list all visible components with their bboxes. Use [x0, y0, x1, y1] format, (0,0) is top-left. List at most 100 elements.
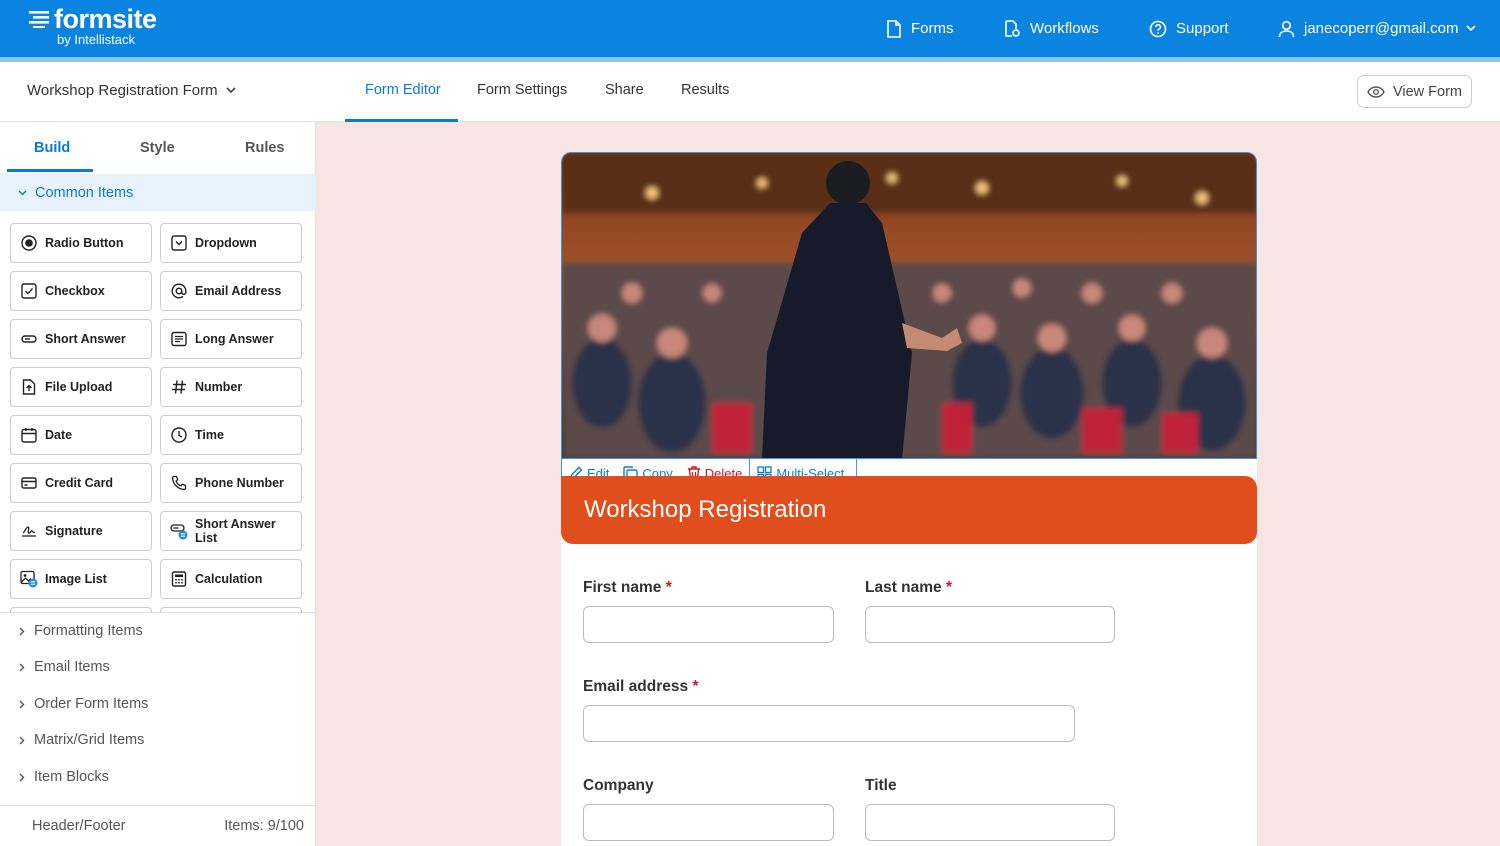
nav-workflows[interactable]: Workflows — [1004, 0, 1099, 57]
item-label: Date — [45, 428, 73, 442]
item-time[interactable]: Time — [160, 415, 302, 455]
first-name-label-text: First name — [583, 579, 662, 596]
section-matrix-grid-items[interactable]: Matrix/Grid Items — [0, 722, 316, 758]
chevron-right-icon — [19, 627, 25, 635]
item-label: Phone Number — [195, 476, 284, 490]
item-radio-button[interactable]: Radio Button — [10, 223, 152, 263]
item-label: Time — [195, 428, 224, 442]
user-email: janecoperr@gmail.com — [1304, 20, 1459, 37]
calendar-icon — [20, 426, 38, 444]
help-circle-icon — [1149, 20, 1167, 37]
active-tab-indicator — [7, 169, 93, 172]
email-label: Email address * — [583, 678, 698, 696]
item-label: Dropdown — [195, 236, 257, 250]
short-answer-icon — [20, 330, 38, 348]
items-count: Items: 9/100 — [224, 818, 304, 834]
tab-form-editor[interactable]: Form Editor — [365, 82, 441, 98]
chevron-right-icon — [19, 700, 25, 708]
tab-style[interactable]: Style — [140, 140, 175, 156]
item-calculation[interactable]: Calculation — [160, 559, 302, 599]
tab-build[interactable]: Build — [34, 140, 70, 156]
editor-header: Workshop Registration Form Form Editor F… — [0, 62, 1500, 122]
header-footer-link[interactable]: Header/Footer — [32, 818, 126, 834]
section-common-items[interactable]: Common Items — [0, 174, 316, 211]
item-label: Credit Card — [45, 476, 114, 490]
nav-forms[interactable]: Forms — [886, 0, 954, 57]
item-label: Image List — [45, 572, 107, 586]
view-form-button[interactable]: View Form — [1357, 75, 1472, 108]
item-label: Radio Button — [45, 236, 124, 250]
item-short-answer[interactable]: Short Answer — [10, 319, 152, 359]
item-short-answer-list[interactable]: Short Answer List — [160, 511, 302, 551]
header-image[interactable] — [561, 152, 1257, 459]
phone-icon — [170, 474, 188, 492]
last-name-label-text: Last name — [865, 579, 942, 596]
last-name-label: Last name * — [865, 579, 952, 597]
section-label: Item Blocks — [34, 769, 109, 785]
calculator-icon — [170, 570, 188, 588]
item-email-address[interactable]: Email Address — [160, 271, 302, 311]
section-label: Order Form Items — [34, 696, 149, 712]
common-items-grid: Radio Button Dropdown Checkbox Email Add… — [0, 211, 316, 612]
item-signature[interactable]: Signature — [10, 511, 152, 551]
section-formatting-items[interactable]: Formatting Items — [0, 613, 316, 649]
tab-results[interactable]: Results — [681, 82, 729, 98]
section-label: Matrix/Grid Items — [34, 732, 145, 748]
tab-share[interactable]: Share — [605, 82, 644, 98]
item-label: Calculation — [195, 572, 263, 586]
item-long-answer[interactable]: Long Answer — [160, 319, 302, 359]
form-name-dropdown[interactable]: Workshop Registration Form — [27, 82, 236, 99]
item-date[interactable]: Date — [10, 415, 152, 455]
chevron-down-icon — [226, 87, 236, 94]
nav-forms-label: Forms — [911, 20, 954, 37]
top-bar: formsite by Intellistack Forms Workflows… — [0, 0, 1500, 57]
item-label: Checkbox — [45, 284, 105, 298]
form-title-banner[interactable]: Workshop Registration — [561, 476, 1257, 544]
title-input[interactable] — [865, 804, 1115, 841]
user-menu[interactable]: janecoperr@gmail.com — [1278, 0, 1477, 57]
item-credit-card[interactable]: Credit Card — [10, 463, 152, 503]
view-form-label: View Form — [1392, 83, 1463, 100]
chevron-right-icon — [19, 663, 25, 671]
item-phone-number[interactable]: Phone Number — [160, 463, 302, 503]
logo-word: formsite — [54, 4, 157, 34]
hash-icon — [170, 378, 188, 396]
user-icon — [1278, 20, 1295, 37]
sidebar-tabs: Build Style Rules — [0, 122, 316, 174]
file-upload-icon — [20, 378, 38, 396]
required-mark: * — [945, 579, 953, 596]
item-checkbox[interactable]: Checkbox — [10, 271, 152, 311]
item-label: Number — [195, 380, 243, 394]
section-common-items-label: Common Items — [35, 184, 134, 201]
first-name-input[interactable] — [583, 606, 834, 643]
form-preview: Edit Copy Delete Multi-Select Workshop R… — [561, 152, 1257, 846]
section-order-form-items[interactable]: Order Form Items — [0, 686, 316, 722]
item-number[interactable]: Number — [160, 367, 302, 407]
section-email-items[interactable]: Email Items — [0, 649, 316, 685]
dropdown-icon — [170, 234, 188, 252]
section-item-blocks[interactable]: Item Blocks — [0, 759, 316, 795]
chevron-down-icon — [1466, 25, 1477, 32]
formsite-logo[interactable]: formsite by Intellistack — [29, 5, 157, 47]
title-label: Title — [865, 777, 897, 794]
item-dropdown[interactable]: Dropdown — [160, 223, 302, 263]
required-mark: * — [692, 678, 699, 695]
last-name-input[interactable] — [865, 606, 1115, 643]
chevron-right-icon — [19, 736, 25, 744]
required-mark: * — [665, 579, 672, 596]
tab-form-settings[interactable]: Form Settings — [477, 82, 567, 98]
short-answer-list-icon — [170, 522, 188, 540]
item-label: Signature — [45, 524, 103, 538]
tab-rules[interactable]: Rules — [245, 140, 285, 156]
email-input[interactable] — [583, 705, 1075, 742]
item-file-upload[interactable]: File Upload — [10, 367, 152, 407]
nav-support[interactable]: Support — [1149, 0, 1229, 57]
item-image-list[interactable]: Image List — [10, 559, 152, 599]
chevron-down-icon — [18, 189, 27, 196]
company-input[interactable] — [583, 804, 834, 841]
item-label: Short Answer — [45, 332, 126, 346]
form-title: Workshop Registration — [584, 496, 827, 523]
logo-subtitle: by Intellistack — [57, 32, 136, 47]
item-label: Email Address — [195, 284, 282, 298]
at-icon — [170, 282, 188, 300]
